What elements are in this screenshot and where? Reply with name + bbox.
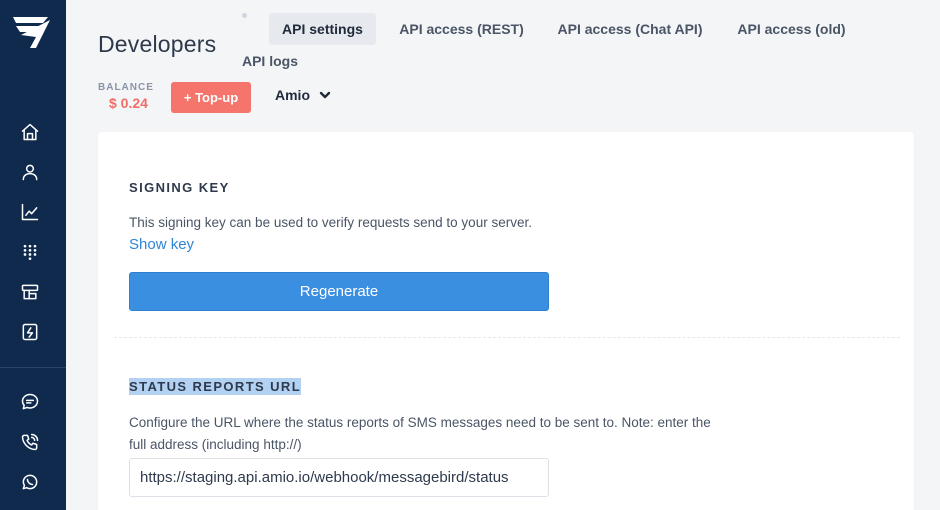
chart-icon[interactable] <box>19 201 41 223</box>
chevron-down-icon <box>319 91 331 99</box>
grid-dots-icon[interactable] <box>19 241 41 263</box>
home-icon[interactable] <box>19 121 41 143</box>
number-icon[interactable] <box>19 321 41 343</box>
tab-api-access-rest[interactable]: API access (REST) <box>392 13 531 45</box>
page-title: Developers <box>98 31 217 57</box>
signing-key-title: SIGNING KEY <box>129 180 230 195</box>
tab-api-access-old[interactable]: API access (old) <box>729 13 854 45</box>
account-selector[interactable]: Amio <box>275 87 332 103</box>
status-dot <box>242 13 247 18</box>
status-reports-description-line1: Configure the URL where the status repor… <box>129 415 711 430</box>
tab-api-logs[interactable]: API logs <box>236 45 304 77</box>
section-divider <box>114 337 900 338</box>
status-url-input[interactable] <box>129 458 549 497</box>
show-key-link[interactable]: Show key <box>129 236 194 253</box>
status-reports-description-line2: full address (including http://) <box>129 437 302 452</box>
status-reports-title: STATUS REPORTS URL <box>129 378 302 395</box>
sidebar-divider <box>0 367 66 368</box>
balance-value: $ 0.24 <box>109 95 148 111</box>
sidebar <box>0 0 66 510</box>
whatsapp-icon[interactable] <box>19 471 41 493</box>
regenerate-button[interactable]: Regenerate <box>129 272 549 311</box>
account-name: Amio <box>275 87 310 103</box>
balance-label: BALANCE <box>98 82 154 93</box>
tab-api-access-chat-api[interactable]: API access (Chat API) <box>550 13 710 45</box>
tab-api-settings[interactable]: API settings <box>269 13 376 45</box>
signing-key-description: This signing key can be used to verify r… <box>129 215 532 230</box>
logo-icon[interactable] <box>12 14 52 50</box>
call-icon[interactable] <box>19 431 41 453</box>
templates-icon[interactable] <box>19 281 41 303</box>
user-icon[interactable] <box>19 161 41 183</box>
chat-icon[interactable] <box>19 391 41 413</box>
topup-button[interactable]: + Top-up <box>171 82 251 113</box>
